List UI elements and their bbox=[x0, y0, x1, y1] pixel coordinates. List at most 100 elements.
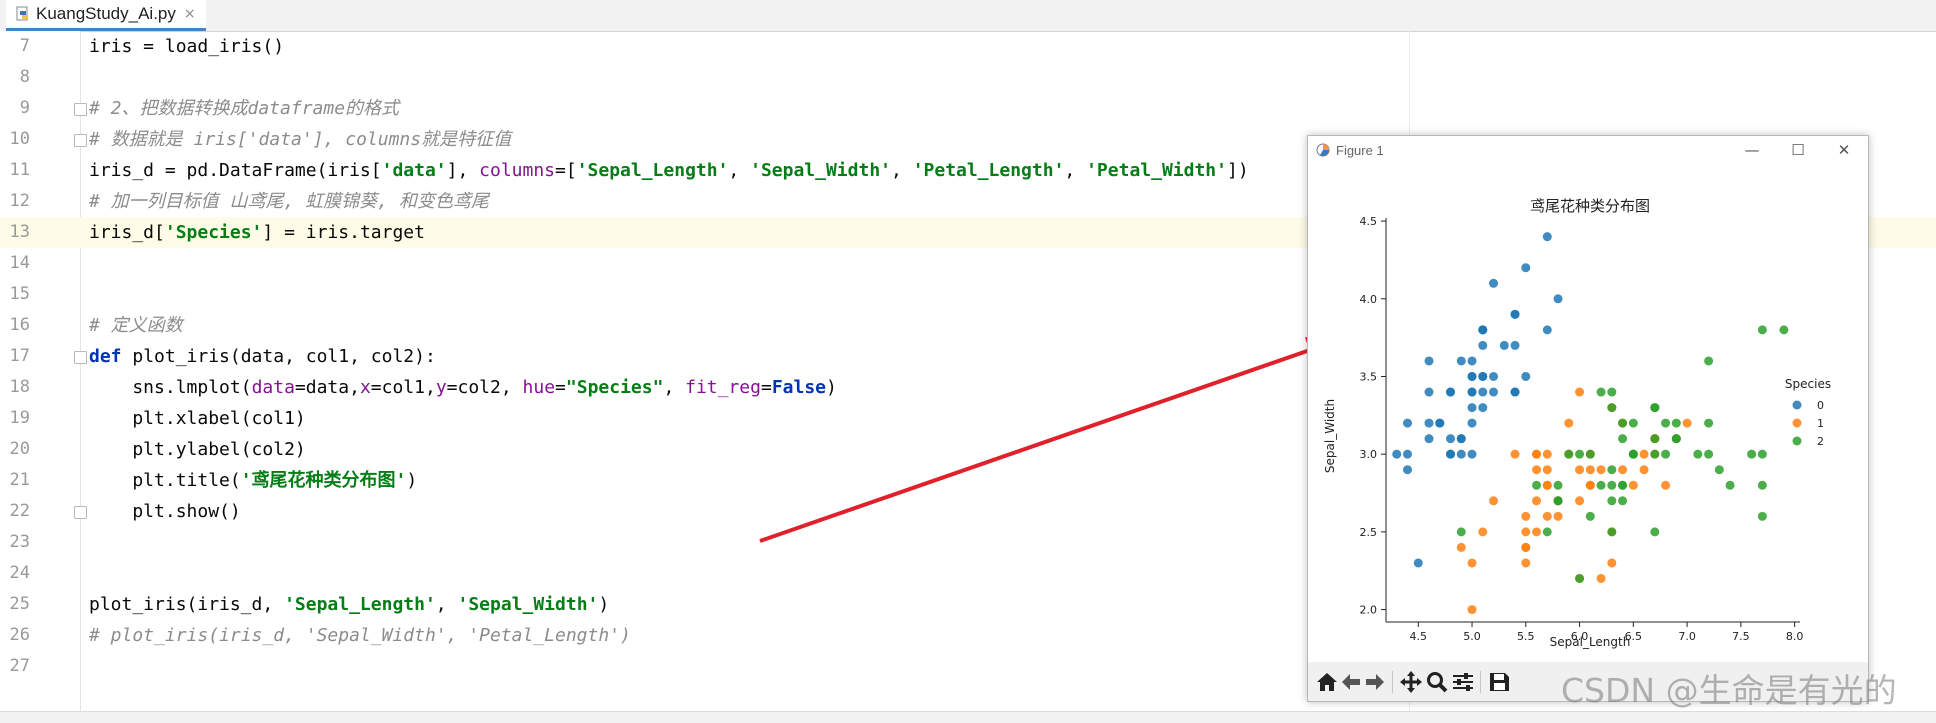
data-point-species-0 bbox=[1403, 418, 1413, 428]
data-point-species-0 bbox=[1435, 418, 1445, 428]
figure-canvas[interactable]: 鸢尾花种类分布图 4.5 5.0 5.5 6.0 6.5 7.0 7.5 8.0 2.0 2.5 3… bbox=[1308, 166, 1868, 662]
data-point-species-2 bbox=[1650, 403, 1660, 413]
y-tick-label: 3.5 bbox=[1360, 370, 1378, 383]
data-point-species-2 bbox=[1607, 403, 1617, 413]
chart-points bbox=[1392, 232, 1789, 615]
data-point-species-2 bbox=[1671, 418, 1681, 428]
data-point-species-2 bbox=[1553, 496, 1563, 506]
legend-entry: 1 bbox=[1817, 417, 1824, 430]
data-point-species-0 bbox=[1521, 371, 1531, 381]
data-point-species-1 bbox=[1682, 418, 1692, 428]
data-point-species-0 bbox=[1392, 449, 1402, 459]
close-window-button[interactable]: ✕ bbox=[1824, 138, 1864, 162]
data-point-species-2 bbox=[1607, 465, 1617, 475]
data-point-species-0 bbox=[1478, 387, 1488, 397]
y-tick-label: 2.5 bbox=[1360, 526, 1378, 539]
data-point-species-0 bbox=[1424, 387, 1434, 397]
data-point-species-0 bbox=[1456, 356, 1466, 366]
data-point-species-2 bbox=[1618, 418, 1628, 428]
configure-subplots-icon[interactable] bbox=[1450, 670, 1476, 694]
home-icon[interactable] bbox=[1314, 670, 1340, 694]
data-point-species-0 bbox=[1521, 263, 1531, 273]
data-point-species-2 bbox=[1596, 480, 1606, 490]
data-point-species-1 bbox=[1542, 449, 1552, 459]
data-point-species-0 bbox=[1467, 371, 1477, 381]
data-point-species-2 bbox=[1757, 511, 1767, 521]
csdn-watermark: CSDN @生命是有光的 bbox=[1561, 671, 1897, 710]
data-point-species-2 bbox=[1607, 387, 1617, 397]
data-point-species-1 bbox=[1456, 542, 1466, 552]
data-point-species-0 bbox=[1553, 294, 1563, 304]
data-point-species-1 bbox=[1521, 542, 1531, 552]
legend-entry: 2 bbox=[1817, 435, 1824, 448]
data-point-species-1 bbox=[1467, 558, 1477, 568]
data-point-species-1 bbox=[1521, 527, 1531, 537]
data-point-species-0 bbox=[1510, 309, 1520, 319]
data-point-species-1 bbox=[1618, 465, 1628, 475]
pan-icon[interactable] bbox=[1398, 670, 1424, 694]
data-point-species-1 bbox=[1639, 449, 1649, 459]
data-point-species-0 bbox=[1478, 403, 1488, 413]
data-point-species-2 bbox=[1575, 573, 1585, 583]
legend-marker bbox=[1792, 418, 1802, 428]
data-point-species-0 bbox=[1489, 387, 1499, 397]
data-point-species-0 bbox=[1478, 340, 1488, 350]
data-point-species-1 bbox=[1542, 480, 1552, 490]
data-point-species-2 bbox=[1779, 325, 1789, 335]
figure-app-icon bbox=[1316, 143, 1330, 157]
data-point-species-0 bbox=[1467, 449, 1477, 459]
figure-title-bar[interactable]: Figure 1 — ☐ ✕ bbox=[1308, 136, 1868, 166]
data-point-species-0 bbox=[1467, 356, 1477, 366]
data-point-species-2 bbox=[1757, 449, 1767, 459]
data-point-species-1 bbox=[1532, 465, 1542, 475]
save-icon[interactable] bbox=[1486, 670, 1512, 694]
data-point-species-0 bbox=[1403, 449, 1413, 459]
data-point-species-0 bbox=[1489, 278, 1499, 288]
data-point-species-2 bbox=[1618, 496, 1628, 506]
data-point-species-0 bbox=[1424, 418, 1434, 428]
back-arrow-icon[interactable] bbox=[1338, 670, 1364, 694]
figure-title: Figure 1 bbox=[1336, 143, 1384, 158]
data-point-species-1 bbox=[1661, 480, 1671, 490]
data-point-species-0 bbox=[1467, 387, 1477, 397]
data-point-species-2 bbox=[1607, 480, 1617, 490]
red-arrow-annotation bbox=[759, 337, 1330, 543]
data-point-species-2 bbox=[1650, 449, 1660, 459]
data-point-species-1 bbox=[1553, 511, 1563, 521]
data-point-species-1 bbox=[1467, 605, 1477, 615]
data-point-species-2 bbox=[1596, 387, 1606, 397]
data-point-species-1 bbox=[1585, 480, 1595, 490]
legend-marker bbox=[1792, 436, 1802, 446]
data-point-species-1 bbox=[1596, 573, 1606, 583]
data-point-species-2 bbox=[1757, 325, 1767, 335]
data-point-species-2 bbox=[1532, 480, 1542, 490]
data-point-species-0 bbox=[1510, 387, 1520, 397]
data-point-species-1 bbox=[1542, 511, 1552, 521]
x-tick-label: 7.0 bbox=[1678, 630, 1696, 643]
maximize-button[interactable]: ☐ bbox=[1778, 138, 1818, 162]
matplotlib-figure-window[interactable]: Figure 1 — ☐ ✕ 鸢尾花种类分布图 4.5 5.0 5.5 6.0 6.5 7… bbox=[1307, 135, 1869, 702]
data-point-species-0 bbox=[1478, 371, 1488, 381]
data-point-species-0 bbox=[1542, 232, 1552, 242]
x-axis-label: Sepal_Length bbox=[1550, 635, 1631, 649]
zoom-icon[interactable] bbox=[1424, 670, 1450, 694]
data-point-species-0 bbox=[1403, 465, 1413, 475]
data-point-species-2 bbox=[1725, 480, 1735, 490]
minimize-button[interactable]: — bbox=[1732, 138, 1772, 162]
data-point-species-2 bbox=[1585, 449, 1595, 459]
chart-title: 鸢尾花种类分布图 bbox=[1530, 197, 1650, 215]
data-point-species-0 bbox=[1489, 371, 1499, 381]
data-point-species-2 bbox=[1671, 434, 1681, 444]
data-point-species-0 bbox=[1446, 434, 1456, 444]
data-point-species-1 bbox=[1628, 480, 1638, 490]
data-point-species-2 bbox=[1693, 449, 1703, 459]
toolbar-separator bbox=[1392, 671, 1393, 693]
data-point-species-2 bbox=[1704, 449, 1714, 459]
legend-entry: 0 bbox=[1817, 399, 1824, 412]
data-point-species-1 bbox=[1489, 496, 1499, 506]
data-point-species-2 bbox=[1650, 527, 1660, 537]
data-point-species-2 bbox=[1628, 449, 1638, 459]
data-point-species-0 bbox=[1413, 558, 1423, 568]
forward-arrow-icon[interactable] bbox=[1362, 670, 1388, 694]
toolbar-separator bbox=[1480, 671, 1481, 693]
